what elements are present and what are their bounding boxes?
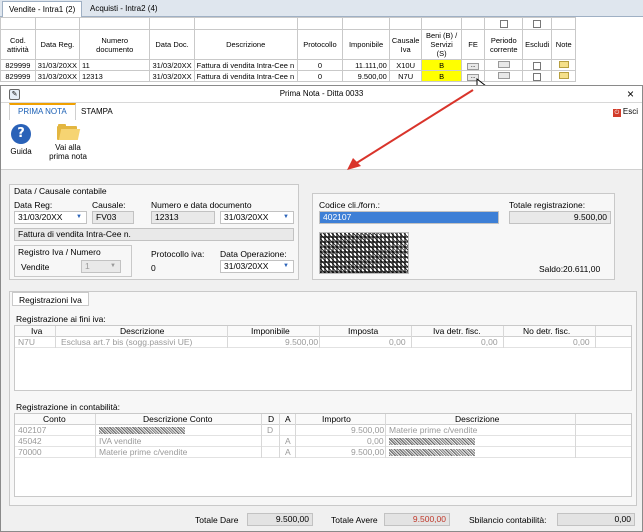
totale-registrazione-field: 9.500,00 xyxy=(509,211,611,224)
table-row[interactable]: 70000 Materie prime c/vendite A 9.500,00 xyxy=(15,447,631,458)
totale-avere-field: 9.500,00 xyxy=(384,513,450,526)
codice-cliente-field[interactable]: 402107 xyxy=(319,211,499,224)
col-header[interactable]: Numero documento xyxy=(78,29,151,60)
table-row[interactable]: 45042 IVA vendite A 0,00 xyxy=(15,436,631,447)
col-header[interactable]: Note xyxy=(551,29,577,60)
data-documento-field[interactable]: 31/03/20XX ▼ xyxy=(220,211,294,224)
col-header[interactable]: Imponibile xyxy=(342,29,390,60)
saldo-value: 20.611,00 xyxy=(563,264,601,274)
table-row[interactable]: N7U Esclusa art.7 bis (sogg.passivi UE) … xyxy=(15,337,631,348)
redacted-description xyxy=(389,449,475,456)
group-title: Data / Causale contabile xyxy=(14,186,107,196)
redacted-description xyxy=(99,427,185,434)
table-row[interactable]: 402107 D 9.500,00 Materie prime c/vendit… xyxy=(15,425,631,436)
guida-button[interactable]: ? Guida xyxy=(7,124,35,156)
prima-nota-dialog: ✎ Prima Nota - Ditta 0033 × PRIMA NOTA S… xyxy=(0,85,643,532)
iva-header-row: Iva Descrizione Imponibile Imposta Iva d… xyxy=(15,326,631,337)
esci-button[interactable]: ⏻ Esci xyxy=(612,107,638,117)
note-icon[interactable] xyxy=(558,60,569,68)
data-operazione-field[interactable]: 31/03/20XX ▼ xyxy=(220,260,294,273)
col-header[interactable]: Data Reg. xyxy=(34,29,80,60)
ribbon-toolbar: ? Guida Vai alla prima nota xyxy=(1,120,642,170)
intra-table: Cod. attività Data Reg. Numero documento… xyxy=(0,17,643,82)
registro-value: Vendite xyxy=(21,262,50,272)
col-header[interactable]: Beni (B) / Servizi (S) xyxy=(421,29,462,60)
registro-numero-select[interactable]: 1 ▼ xyxy=(81,260,121,273)
causale-field[interactable]: FV03 xyxy=(92,211,134,224)
grid-header-row: Cod. attività Data Reg. Numero documento… xyxy=(0,29,643,60)
exit-icon: ⏻ xyxy=(612,109,621,117)
data-reg-field[interactable]: 31/03/20XX ▼ xyxy=(14,211,87,224)
chevron-down-icon[interactable]: ▼ xyxy=(283,261,290,272)
dialog-titlebar: ✎ Prima Nota - Ditta 0033 × xyxy=(1,86,642,103)
totals-bar: Totale Dare 9.500,00 Totale Avere 9.500,… xyxy=(1,511,642,531)
iva-table: Iva Descrizione Imponibile Imposta Iva d… xyxy=(14,325,632,391)
contabilita-table: Conto Descrizione Conto D A Importo Desc… xyxy=(14,413,632,497)
numero-documento-field[interactable]: 12313 xyxy=(151,211,215,224)
col-header[interactable]: Causale Iva xyxy=(388,29,423,60)
chevron-down-icon: ▼ xyxy=(110,263,116,269)
saldo-label: Saldo: xyxy=(539,264,564,274)
contab-header-row: Conto Descrizione Conto D A Importo Desc… xyxy=(15,414,631,425)
tab-stampa[interactable]: STAMPA xyxy=(73,103,121,120)
note-icon[interactable] xyxy=(558,71,569,79)
escludi-checkbox[interactable] xyxy=(533,61,542,70)
col-header[interactable]: FE xyxy=(460,29,486,60)
vai-prima-nota-button[interactable]: Vai alla prima nota xyxy=(45,124,91,161)
ribbon-tabs: PRIMA NOTA STAMPA ⏻ Esci xyxy=(1,103,642,120)
chevron-down-icon[interactable]: ▼ xyxy=(76,212,83,223)
periodo-button[interactable] xyxy=(497,71,510,79)
col-header[interactable]: Periodo corrente xyxy=(484,29,524,60)
totale-dare-field: 9.500,00 xyxy=(247,513,313,526)
tab-prima-nota[interactable]: PRIMA NOTA xyxy=(9,103,76,120)
periodo-all-checkbox[interactable] xyxy=(499,20,508,28)
periodo-button[interactable] xyxy=(497,60,510,68)
sbilancio-field: 0,00 xyxy=(557,513,635,526)
col-header[interactable]: Escludi xyxy=(522,29,553,60)
data-causale-group: Data / Causale contabile Data Reg: 31/03… xyxy=(9,184,299,280)
escludi-checkbox[interactable] xyxy=(533,72,542,81)
help-icon: ? xyxy=(11,124,31,144)
protocollo-value: 0 xyxy=(151,263,156,273)
descrizione-field[interactable]: Fattura di vendita Intra-Cee n. xyxy=(14,228,294,241)
escludi-all-checkbox[interactable] xyxy=(533,20,542,28)
sheet-tabs: Vendite - Intra1 (2) Acquisti - Intra2 (… xyxy=(0,0,643,17)
table-row[interactable]: 829999 31/03/20XX 12313 31/03/20XX Fattu… xyxy=(0,70,643,82)
registro-iva-group: Registro Iva / Numero Vendite 1 ▼ xyxy=(14,245,132,277)
qr-code xyxy=(319,232,409,274)
col-header[interactable]: Data Doc. xyxy=(149,29,195,60)
annotation-arrow xyxy=(347,89,474,170)
redacted-description xyxy=(389,438,475,445)
cliente-group: Codice cli./forn.: 402107 Totale registr… xyxy=(312,193,615,280)
tab-acquisti[interactable]: Acquisti - Intra2 (4) xyxy=(84,1,164,17)
fe-button[interactable]: ... xyxy=(467,63,480,70)
table-row[interactable]: 829999 31/03/20XX 11 31/03/20XX Fattura … xyxy=(0,59,643,71)
col-header[interactable]: Cod. attività xyxy=(0,29,36,60)
intra-grid: Cod. attività Data Reg. Numero documento… xyxy=(0,17,643,92)
chevron-down-icon[interactable]: ▼ xyxy=(283,212,290,223)
close-icon[interactable]: × xyxy=(627,87,634,101)
col-header[interactable]: Protocollo xyxy=(296,29,344,60)
col-header[interactable]: Descrizione xyxy=(193,29,298,60)
tab-vendite[interactable]: Vendite - Intra1 (2) xyxy=(2,1,83,17)
folder-open-icon xyxy=(57,124,81,140)
registrazioni-panel: Registrazioni Iva Registrazione ai fini … xyxy=(9,291,637,506)
dialog-title: Prima Nota - Ditta 0033 xyxy=(279,89,364,98)
tab-registrazioni-iva[interactable]: Registrazioni Iva xyxy=(12,292,89,306)
